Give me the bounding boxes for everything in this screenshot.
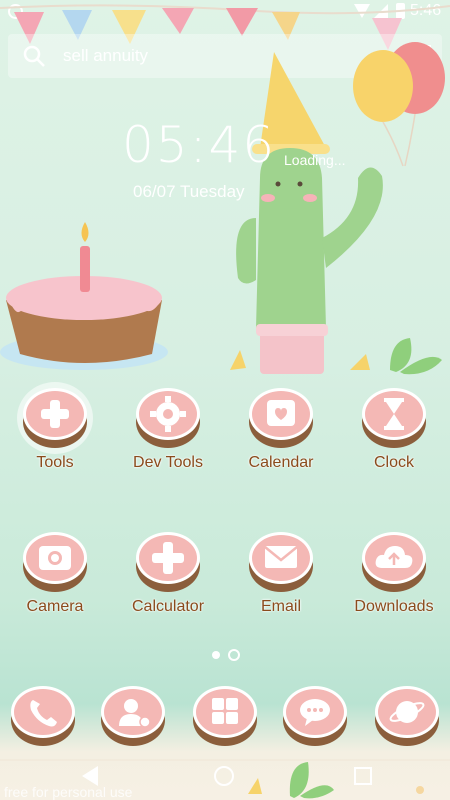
browser-planet-icon (389, 701, 425, 723)
calendar-icon (267, 400, 295, 426)
dev-tools-app-icon (136, 388, 200, 448)
app-label: Email (260, 598, 301, 615)
dock-browser[interactable] (372, 684, 442, 748)
app-tools[interactable]: Tools (0, 388, 110, 472)
hourglass-icon (384, 398, 404, 430)
search-icon (23, 45, 45, 67)
app-camera[interactable]: Camera (0, 532, 110, 616)
calculator-app-icon (136, 532, 200, 592)
dock-contacts[interactable] (98, 684, 168, 748)
clock-app-icon (362, 388, 426, 448)
app-label: Clock (373, 454, 414, 471)
dock-app-drawer[interactable] (190, 684, 260, 748)
tools-app-icon (23, 388, 87, 448)
app-label: Calculator (131, 598, 205, 615)
envelope-icon (264, 546, 298, 568)
app-downloads[interactable]: Downloads (339, 532, 449, 616)
cloud-upload-icon (375, 546, 413, 568)
clock-widget-date: 06/07 Tuesday (133, 182, 245, 201)
app-grid-icon (212, 698, 238, 724)
plus-icon (41, 400, 69, 428)
loading-text: Loading... (284, 152, 346, 168)
phone-icon (30, 700, 57, 727)
search-input[interactable]: sell annuity (63, 46, 148, 66)
watermark-text: free for personal use (4, 784, 133, 800)
app-label: Downloads (354, 598, 434, 615)
back-icon[interactable] (82, 766, 98, 786)
app-clock[interactable]: Clock (339, 388, 449, 472)
downloads-app-icon (362, 532, 426, 592)
cactus-illustration (236, 52, 383, 374)
recents-icon[interactable] (354, 767, 372, 785)
dock-phone[interactable] (8, 684, 78, 748)
birthday-cake-illustration (0, 222, 168, 370)
plus-icon (152, 542, 184, 574)
contacts-icon (119, 699, 151, 728)
clock-widget-time[interactable]: 05:46 (122, 116, 276, 174)
page-dot-1[interactable] (212, 651, 220, 659)
dock-messages[interactable] (280, 684, 350, 748)
app-label: Tools (36, 454, 74, 471)
gear-icon (150, 396, 186, 432)
leaves-decoration (230, 338, 442, 375)
calendar-app-icon (249, 388, 313, 448)
page-dot-2-active[interactable] (228, 649, 240, 661)
camera-icon (39, 546, 71, 570)
email-app-icon (249, 532, 313, 592)
app-label: Calendar (248, 454, 314, 471)
message-icon (300, 699, 330, 726)
app-label: Dev Tools (133, 454, 203, 471)
app-dev-tools[interactable]: Dev Tools (113, 388, 223, 472)
app-email[interactable]: Email (226, 532, 336, 616)
app-label: Camera (26, 598, 84, 615)
app-calculator[interactable]: Calculator (113, 532, 223, 616)
camera-app-icon (23, 532, 87, 592)
app-calendar[interactable]: Calendar (226, 388, 336, 472)
home-icon[interactable] (214, 766, 234, 786)
